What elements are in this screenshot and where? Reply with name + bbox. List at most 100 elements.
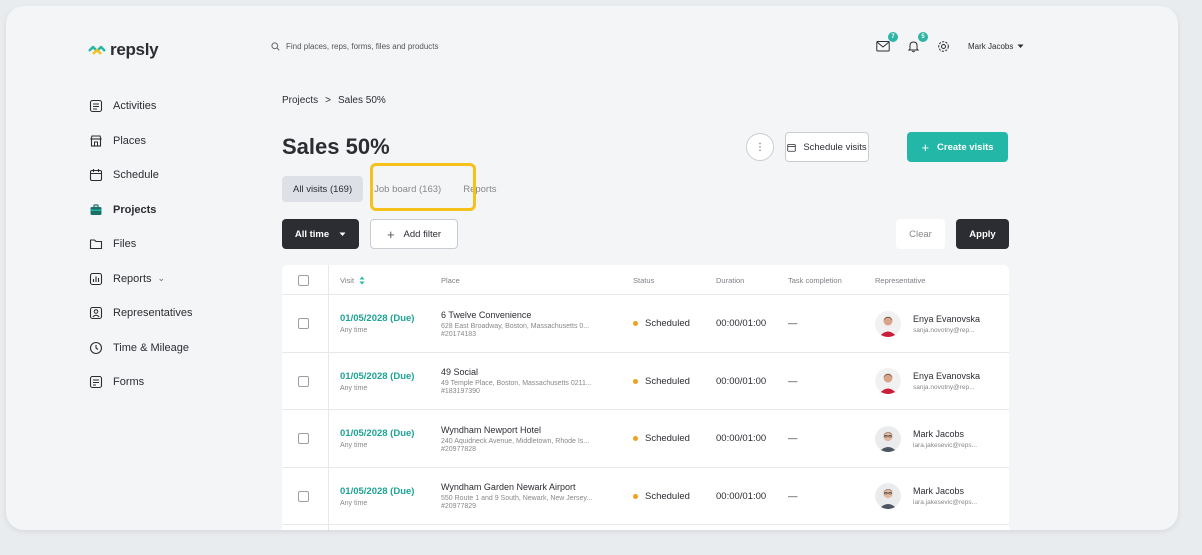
table-row[interactable]: 01/05/2028 (Due) Any time Wyndham Garden… [282,468,1009,525]
header-status: Status [633,275,655,285]
rep-cell: Enya Evanovska sanja.novotny@rep... [875,295,980,352]
avatar [875,483,901,509]
task-cell: — [788,353,798,410]
clock-icon [88,340,104,356]
avatar [875,310,901,337]
place-id: #20174183 [441,330,477,338]
visit-date[interactable]: 01/05/2028 (Due) [340,428,414,439]
more-vertical-icon: ⋮ [755,141,765,153]
visit-cell: 01/05/2028 (Due) Any time [340,353,414,410]
place-name: 49 Social [441,367,479,377]
duration-text: 00:00/01:00 [716,433,767,444]
top-right-actions: 7 5 Mark Jacobs [874,32,1024,55]
apply-button[interactable]: Apply [956,219,1009,249]
row-checkbox[interactable] [298,490,309,502]
rep-name: Mark Jacobs [913,486,965,496]
tab-all-visits[interactable]: All visits (169) [282,176,364,202]
notifications-button[interactable]: 5 [904,32,928,55]
status-text: Scheduled [645,318,690,329]
schedule-visits-button[interactable]: Schedule visits [785,132,869,162]
sidebar-item-schedule[interactable]: Schedule [88,158,193,193]
place-name: Wyndham Garden Newark Airport [441,482,576,492]
header-representative: Representative [875,275,926,285]
more-options-button[interactable]: ⋮ [746,133,774,161]
duration-cell: 00:00/01:00 [716,353,766,410]
rep-info: Mark Jacobs lara.jakesevic@reps... [913,429,977,449]
rep-email: lara.jakesevic@reps... [913,441,978,449]
row-checkbox-cell [298,468,309,525]
logo-text: repsly [110,40,159,59]
sidebar-item-label: Activities [113,100,157,113]
breadcrumb-projects[interactable]: Projects [282,95,318,106]
place-id: #183197390 [441,388,480,395]
tab-job-board[interactable]: Job board (163) [363,176,452,202]
sidebar-item-representatives[interactable]: Representatives [88,296,193,331]
create-visits-button[interactable]: + Create visits [907,132,1008,162]
header-visit[interactable]: Visit [340,265,365,295]
plus-icon: + [921,139,930,155]
place-id: #20977828 [441,445,477,453]
duration-cell: 00:00/01:00 [716,295,766,352]
status-dot [633,436,638,441]
row-checkbox[interactable] [298,433,309,444]
sidebar-item-reports[interactable]: Reports ⌄ [88,262,193,297]
time-range-label: All time [294,228,330,240]
logo[interactable]: repsly [88,40,159,60]
visit-time: Any time [340,442,368,449]
visit-date[interactable]: 01/05/2028 (Due) [340,313,414,324]
place-address: 550 Route 1 and 9 South, Newark, New Jer… [441,495,593,502]
rep-name: Enya Evanovska [913,371,981,381]
tab-reports[interactable]: Reports [452,176,507,202]
sidebar-item-label: Places [113,134,147,147]
breadcrumb-separator: > [325,95,331,106]
repsly-logo-icon [88,45,106,55]
calendar-icon [88,167,104,183]
messages-button[interactable]: 7 [874,32,898,55]
row-checkbox[interactable] [298,375,309,387]
sidebar-item-forms[interactable]: Forms [88,365,193,400]
select-all-checkbox[interactable] [298,274,309,286]
table-row[interactable]: 01/05/2028 (Due) Any time 6 Twelve Conve… [282,295,1009,353]
sidebar-item-label: Reports [113,272,152,285]
table-row[interactable]: 01/05/2028 (Due) Any time Wyndham Newpor… [282,410,1009,468]
sidebar-item-files[interactable]: Files [88,227,193,262]
rep-name: Enya Evanovska [913,313,981,324]
mail-icon [876,41,890,52]
duration-cell: 00:00/01:00 [716,410,766,467]
time-range-dropdown[interactable]: All time [282,219,359,249]
table-row[interactable]: 01/05/2028 (Due) Any time 49 Social 49 T… [282,353,1009,410]
breadcrumb-current: Sales 50% [337,95,386,106]
settings-button[interactable] [934,37,952,55]
bell-badge: 5 [918,32,928,42]
add-filter-button[interactable]: + Add filter [370,219,458,249]
search-bar[interactable]: Find places, reps, forms, files and prod… [271,42,439,51]
search-icon [271,42,280,51]
visit-date[interactable]: 01/05/2028 (Due) [340,486,414,497]
row-checkbox-cell [298,295,309,352]
header-task-completion: Task completion [788,275,842,285]
place-cell: 6 Twelve Convenience 628 East Broadway, … [441,295,589,352]
rep-info: Enya Evanovska sanja.novotny@rep... [913,314,980,334]
task-cell: — [788,468,798,525]
sidebar-item-activities[interactable]: Activities [88,89,193,124]
clear-button[interactable]: Clear [896,219,945,249]
place-name: Wyndham Newport Hotel [441,424,541,435]
search-input[interactable]: Find places, reps, forms, files and prod… [286,42,439,51]
status-text: Scheduled [645,433,690,444]
sidebar-item-label: Projects [113,203,157,216]
user-menu[interactable]: Mark Jacobs [968,42,1024,51]
sidebar-item-time-mileage[interactable]: Time & Mileage [88,331,193,366]
header-visit-label: Visit [340,275,355,285]
visit-cell: 01/05/2028 (Due) Any time [340,468,414,525]
avatar [875,368,901,394]
sidebar-item-label: Time & Mileage [113,341,190,354]
sidebar-item-places[interactable]: Places [88,124,193,159]
status-cell: Scheduled [633,295,690,352]
sidebar-item-projects[interactable]: Projects [88,193,193,228]
rep-email: sanja.novotny@rep... [913,326,975,334]
row-checkbox[interactable] [298,318,309,329]
visit-date[interactable]: 01/05/2028 (Due) [340,371,414,382]
add-filter-label: Add filter [403,228,442,240]
task-cell: — [788,295,798,352]
rep-cell: Mark Jacobs lara.jakesevic@reps... [875,468,977,525]
